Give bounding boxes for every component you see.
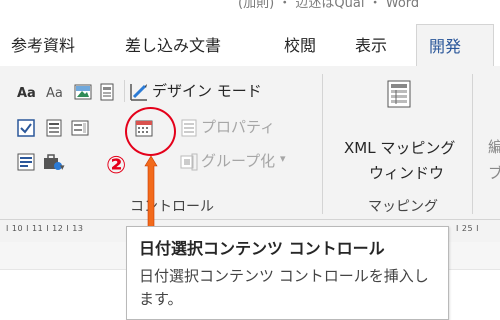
design-mode-icon[interactable] bbox=[130, 83, 148, 101]
picture-content-control-icon[interactable] bbox=[74, 83, 92, 101]
design-mode-label[interactable]: デザイン モード bbox=[152, 80, 262, 101]
tab-developer[interactable]: 開発 bbox=[416, 24, 494, 67]
properties-icon[interactable] bbox=[180, 119, 198, 137]
tooltip-title: 日付選択コンテンツ コントロール bbox=[139, 239, 385, 258]
svg-text:▾: ▾ bbox=[60, 163, 65, 171]
ribbon-tab-bar: 参考資料 差し込み文書 校閲 表示 開発 bbox=[0, 14, 500, 67]
properties-label[interactable]: プロパティ bbox=[201, 116, 275, 137]
xml-mapping-label-line2[interactable]: ウィンドウ bbox=[369, 162, 444, 183]
check-box-content-control-icon[interactable] bbox=[17, 119, 35, 137]
tab-mailings[interactable]: 差し込み文書 bbox=[125, 32, 221, 56]
row1-divider bbox=[124, 80, 125, 102]
legacy-tools-icon[interactable]: ▾ bbox=[42, 153, 66, 171]
ribbon-panel: Aa Aa デザイン モード プロパティ ▾ グループ化 ▾ コントロール XM… bbox=[0, 66, 500, 220]
tooltip: 日付選択コンテンツ コントロール 日付選択コンテンツ コントロールを挿入します。 bbox=[126, 226, 449, 320]
callout-arrow bbox=[144, 156, 158, 228]
ruler-left-ticks: I 10 I 11 I 12 I 13 bbox=[6, 224, 84, 233]
tab-view[interactable]: 表示 bbox=[355, 32, 387, 56]
tab-references[interactable]: 参考資料 bbox=[11, 32, 75, 56]
tab-developer-label: 開発 bbox=[429, 37, 462, 56]
building-block-gallery-icon[interactable] bbox=[98, 83, 116, 101]
window-title-text: (加則) ・ 辺述はQuai ・ Word bbox=[238, 0, 420, 11]
group-divider-right bbox=[472, 74, 473, 214]
group-label[interactable]: グループ化 bbox=[201, 150, 275, 171]
highlight-circle bbox=[125, 107, 176, 156]
xml-mapping-label-line1[interactable]: XML マッピング bbox=[344, 137, 455, 158]
svg-text:Aa: Aa bbox=[17, 86, 36, 101]
step-number-marker: ② bbox=[106, 151, 127, 179]
window-title: (加則) ・ 辺述はQuai ・ Word bbox=[0, 0, 500, 14]
repeating-section-content-control-icon[interactable] bbox=[17, 153, 35, 171]
xml-mapping-pane-icon[interactable] bbox=[387, 80, 411, 108]
plain-text-content-control-icon[interactable]: Aa bbox=[46, 83, 68, 101]
clipped-group-text-top: 編 bbox=[488, 138, 500, 156]
mapping-group-label: マッピング bbox=[368, 199, 438, 215]
group-divider bbox=[322, 74, 323, 214]
ruler-right-ticks: I 25 I bbox=[456, 224, 479, 233]
group-icon[interactable] bbox=[180, 153, 198, 171]
tooltip-description: 日付選択コンテンツ コントロールを挿入します。 bbox=[139, 267, 429, 308]
tab-review[interactable]: 校閲 bbox=[284, 32, 316, 56]
clipped-group-text-bottom: ブ bbox=[488, 164, 500, 182]
rich-text-content-control-icon[interactable]: Aa bbox=[17, 83, 39, 101]
svg-text:Aa: Aa bbox=[46, 86, 63, 101]
combo-box-content-control-icon[interactable] bbox=[45, 119, 63, 137]
drop-down-list-content-control-icon[interactable] bbox=[71, 119, 89, 137]
group-caret: ▾ bbox=[280, 152, 286, 165]
